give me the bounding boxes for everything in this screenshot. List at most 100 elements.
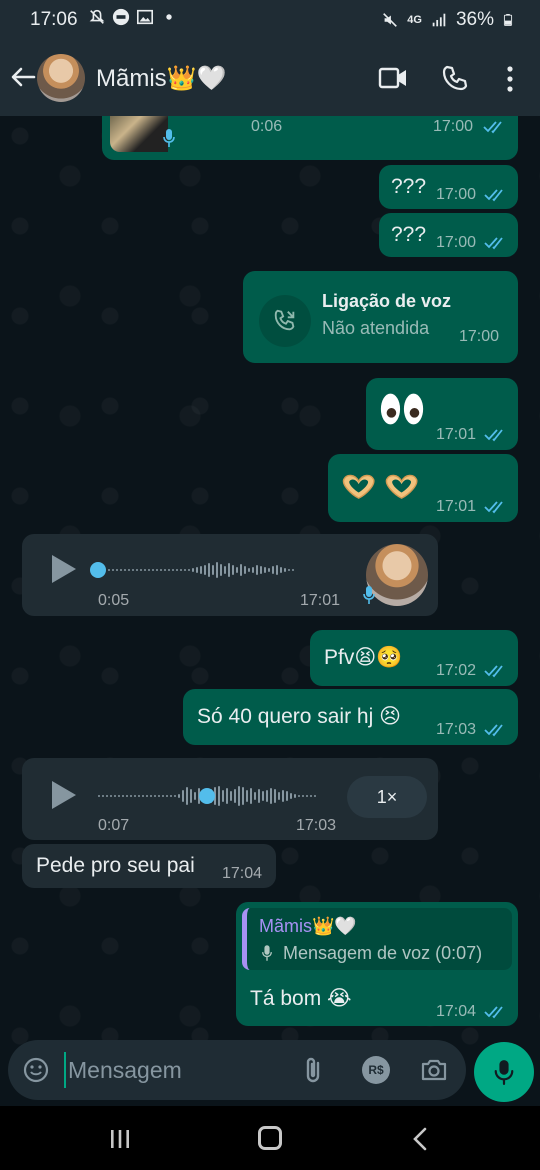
waveform-bar bbox=[148, 569, 150, 571]
waveform-bar bbox=[174, 795, 176, 797]
payment-button[interactable]: R$ bbox=[362, 1056, 390, 1084]
playback-knob[interactable] bbox=[90, 562, 106, 578]
message-time: 17:00 bbox=[459, 328, 500, 345]
camera-icon[interactable] bbox=[420, 1057, 448, 1083]
quoted-sender: Mãmis👑🤍 bbox=[259, 916, 357, 936]
waveform-bar bbox=[200, 566, 202, 574]
call-status: Não atendida bbox=[322, 318, 430, 338]
read-ticks-icon bbox=[484, 501, 503, 514]
waveform-bar bbox=[102, 795, 104, 797]
voice-call-icon[interactable] bbox=[441, 64, 469, 92]
more-options-icon[interactable] bbox=[500, 64, 520, 94]
video-call-icon[interactable] bbox=[378, 64, 408, 92]
contact-name[interactable]: Mãmis👑🤍 bbox=[96, 64, 226, 93]
waveform-bar bbox=[306, 795, 308, 797]
waveform-bar bbox=[124, 569, 126, 571]
heart-hands-emoji bbox=[342, 474, 418, 499]
mute-icon bbox=[383, 13, 398, 27]
signal-icon bbox=[432, 13, 446, 27]
message-composer: R$ bbox=[8, 1040, 466, 1100]
attach-icon[interactable] bbox=[302, 1055, 326, 1085]
quoted-text: Mensagem de voz (0:07) bbox=[283, 943, 483, 963]
waveform-bar bbox=[282, 790, 284, 802]
waveform-bar bbox=[252, 567, 254, 573]
message-time: 17:02 bbox=[436, 662, 477, 679]
waveform-bar bbox=[264, 567, 266, 573]
back-arrow-icon[interactable] bbox=[8, 62, 38, 92]
waveform-bar bbox=[276, 565, 278, 575]
waveform-bar bbox=[122, 795, 124, 797]
message-time: 17:00 bbox=[436, 234, 477, 251]
waveform-bar bbox=[274, 789, 276, 803]
waveform-bar bbox=[158, 795, 160, 797]
status-time: 17:06 bbox=[30, 9, 78, 30]
message-outgoing: 🫶🫶 17:01 bbox=[328, 454, 518, 522]
waveform-bar bbox=[224, 566, 226, 574]
waveform-bar bbox=[266, 790, 268, 802]
call-title: Ligação de voz bbox=[322, 291, 452, 311]
nav-back-icon[interactable] bbox=[410, 1126, 430, 1152]
emoji-icon[interactable] bbox=[22, 1056, 50, 1084]
voice-duration: 0:06 bbox=[251, 118, 283, 135]
waveform-bar bbox=[234, 789, 236, 803]
waveform-bar bbox=[246, 790, 248, 802]
waveform-bar bbox=[250, 788, 252, 804]
waveform-bar bbox=[184, 569, 186, 571]
message-text: ??? bbox=[391, 175, 427, 198]
waveform-bar bbox=[160, 569, 162, 571]
playback-speed-button[interactable]: 1× bbox=[347, 776, 427, 818]
read-ticks-icon bbox=[484, 237, 503, 250]
waveform-bar bbox=[118, 795, 120, 797]
waveform-bar bbox=[262, 791, 264, 801]
waveform-bar bbox=[270, 788, 272, 804]
waveform-bar bbox=[204, 565, 206, 575]
waveform-bar bbox=[120, 569, 122, 571]
message-time: 17:00 bbox=[433, 118, 474, 135]
waveform-bar bbox=[172, 569, 174, 571]
message-time: 17:04 bbox=[436, 1003, 477, 1020]
message-outgoing: 👀 17:01 bbox=[366, 378, 518, 450]
waveform-bar bbox=[132, 569, 134, 571]
play-button[interactable] bbox=[52, 781, 76, 809]
recent-apps-icon[interactable] bbox=[108, 1128, 132, 1150]
waveform-bar bbox=[116, 569, 118, 571]
eyes-emoji bbox=[380, 393, 424, 425]
message-outgoing: Pfv😫🥺 17:02 bbox=[310, 630, 518, 686]
record-voice-button[interactable] bbox=[474, 1042, 534, 1102]
message-time: 17:01 bbox=[436, 426, 477, 443]
message-outgoing: ??? 17:00 bbox=[379, 213, 518, 257]
waveform-bar bbox=[144, 569, 146, 571]
waveform[interactable] bbox=[108, 555, 294, 585]
waveform-bar bbox=[232, 565, 234, 575]
message-input[interactable] bbox=[64, 1052, 284, 1088]
waveform-bar bbox=[152, 569, 154, 571]
waveform-bar bbox=[290, 793, 292, 799]
waveform-bar bbox=[208, 563, 210, 577]
uber-icon bbox=[112, 8, 130, 26]
contact-avatar[interactable] bbox=[37, 54, 85, 102]
muted-bell-icon bbox=[89, 9, 105, 24]
status-notification-icons bbox=[88, 8, 178, 26]
waveform-bar bbox=[176, 569, 178, 571]
waveform-bar bbox=[106, 795, 108, 797]
waveform-bar bbox=[228, 563, 230, 577]
waveform-bar bbox=[150, 795, 152, 797]
waveform-bar bbox=[130, 795, 132, 797]
missed-call-message[interactable]: Ligação de voz Não atendida 17:00 bbox=[243, 271, 518, 363]
playback-knob[interactable] bbox=[199, 788, 215, 804]
home-button[interactable] bbox=[258, 1126, 282, 1150]
waveform-bar bbox=[278, 792, 280, 800]
read-ticks-icon bbox=[484, 429, 503, 442]
waveform-bar bbox=[280, 567, 282, 573]
waveform-bar bbox=[256, 565, 258, 575]
play-button[interactable] bbox=[52, 555, 76, 583]
dot-icon bbox=[166, 14, 172, 20]
chat-area[interactable]: 0:06 17:00 ??? 17:00 ??? 17:00 Ligação d… bbox=[0, 116, 540, 1106]
quoted-message[interactable]: Mãmis👑🤍 Mensagem de voz (0:07) bbox=[242, 908, 512, 970]
waveform-bar bbox=[128, 569, 130, 571]
battery-icon bbox=[503, 14, 513, 26]
waveform-bar bbox=[188, 569, 190, 571]
waveform-bar bbox=[182, 790, 184, 802]
system-nav-bar bbox=[0, 1106, 540, 1170]
message-time: 17:03 bbox=[296, 817, 337, 834]
